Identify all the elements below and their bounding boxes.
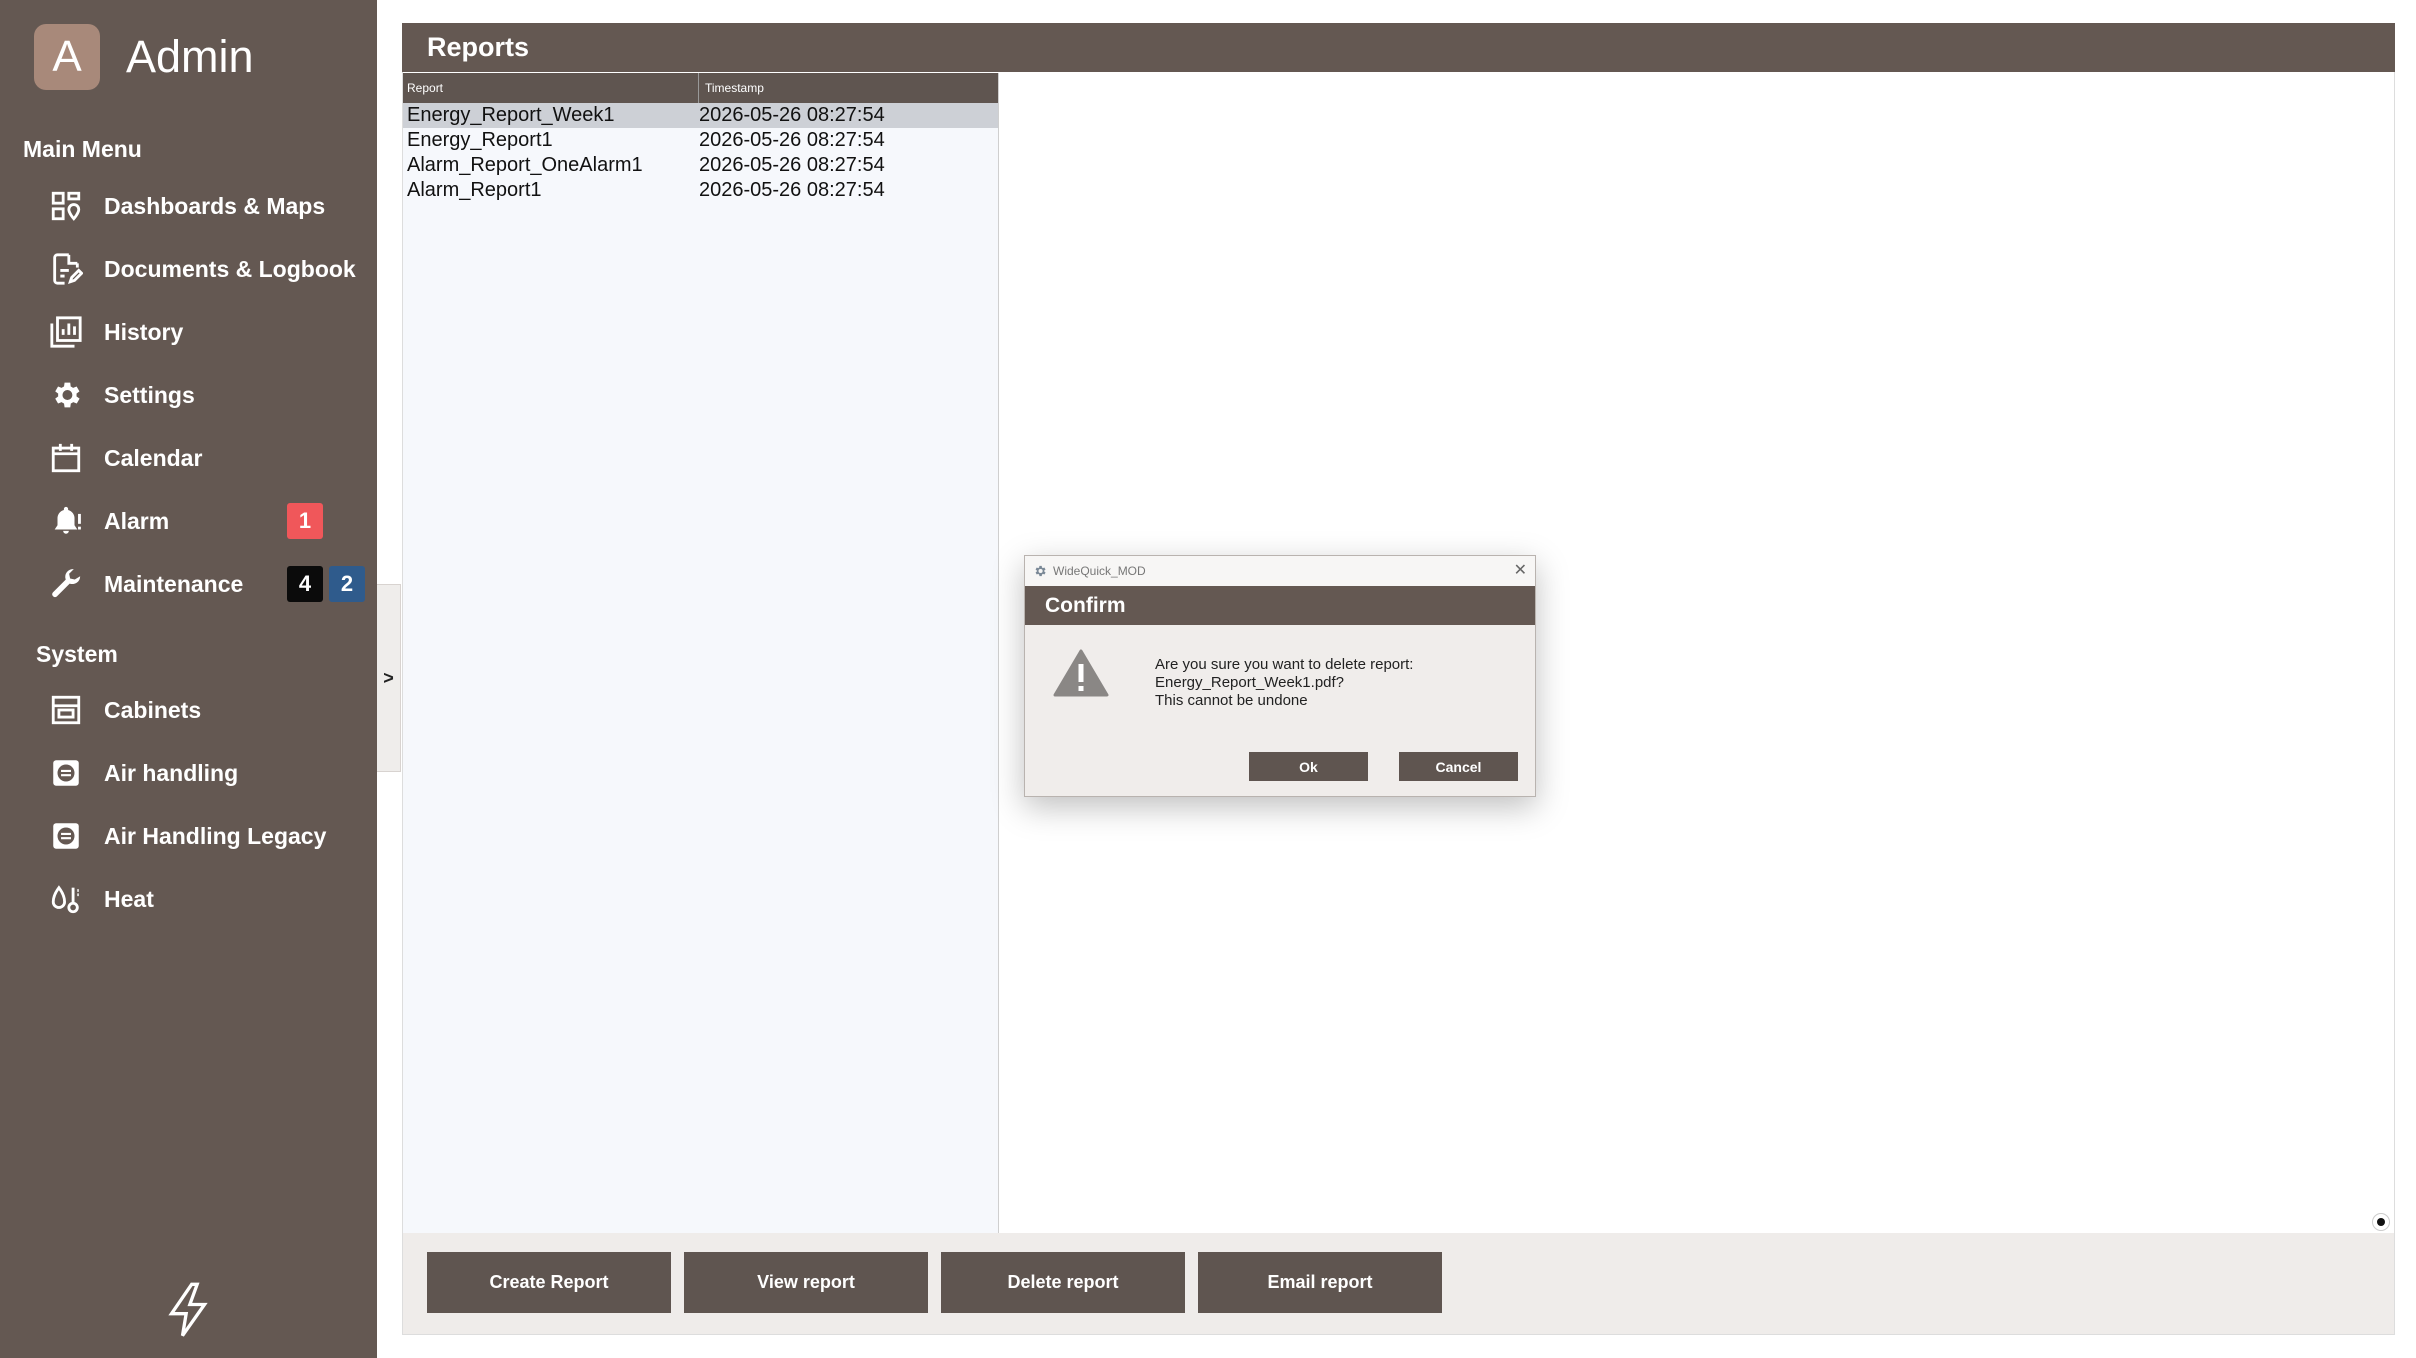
warning-icon	[1053, 649, 1109, 697]
sidebar-item-label: History	[104, 318, 184, 345]
lightning-logo-icon	[168, 1282, 208, 1337]
dialog-message-line: This cannot be undone	[1155, 692, 1308, 709]
table-row[interactable]: Alarm_Report_OneAlarm1 2026-05-26 08:27:…	[403, 153, 998, 178]
table-row[interactable]: Alarm_Report1 2026-05-26 08:27:54	[403, 178, 998, 203]
sidebar: A Admin Main Menu Dashboards & Maps Docu…	[0, 0, 377, 1358]
maintenance-count-badge: 4	[287, 566, 323, 602]
dialog-window-title: WideQuick_MOD	[1053, 564, 1146, 578]
sidebar-item-heat[interactable]: Heat	[48, 875, 368, 923]
report-toolbar: Create Report View report Delete report …	[403, 1233, 2394, 1334]
sidebar-item-settings[interactable]: Settings	[48, 371, 368, 419]
sidebar-item-air-handling[interactable]: Air handling	[48, 749, 368, 797]
dialog-message: Are you sure you want to delete report: …	[1155, 656, 1413, 710]
calendar-icon	[48, 440, 84, 476]
reports-table: Report Timestamp Energy_Report_Week1 202…	[403, 73, 999, 1233]
create-report-button[interactable]: Create Report	[427, 1252, 671, 1313]
scroll-handle[interactable]	[2372, 1213, 2390, 1231]
system-title: System	[36, 641, 118, 667]
history-chart-icon	[48, 314, 84, 350]
sidebar-item-label: Cabinets	[104, 696, 202, 723]
main-menu-title: Main Menu	[23, 136, 142, 162]
app-gear-icon	[1035, 565, 1046, 577]
dialog-message-line: Are you sure you want to delete report:	[1155, 656, 1414, 673]
cell-timestamp: 2026-05-26 08:27:54	[699, 179, 885, 201]
confirm-dialog: WideQuick_MOD ✕ Confirm Are you sure you…	[1024, 555, 1536, 797]
sidebar-item-label: Alarm	[104, 507, 170, 534]
sidebar-collapse-toggle[interactable]: >	[377, 584, 401, 772]
delete-report-button[interactable]: Delete report	[941, 1252, 1185, 1313]
cell-report: Alarm_Report_OneAlarm1	[407, 154, 643, 176]
sidebar-item-cabinets[interactable]: Cabinets	[48, 686, 368, 734]
cell-timestamp: 2026-05-26 08:27:54	[699, 154, 885, 176]
sidebar-item-label: Air handling	[104, 759, 239, 786]
cell-timestamp: 2026-05-26 08:27:54	[699, 104, 885, 126]
air-handling-icon	[48, 818, 84, 854]
email-report-button[interactable]: Email report	[1198, 1252, 1442, 1313]
maintenance-count-badge: 2	[329, 566, 365, 602]
dialog-message-line: Energy_Report_Week1.pdf?	[1155, 674, 1345, 691]
heat-icon	[48, 881, 84, 917]
cabinet-icon	[48, 692, 84, 728]
table-row[interactable]: Energy_Report1 2026-05-26 08:27:54	[403, 128, 998, 153]
table-row[interactable]: Energy_Report_Week1 2026-05-26 08:27:54	[403, 103, 998, 128]
sidebar-item-maintenance[interactable]: Maintenance 4 2	[48, 560, 368, 608]
column-header-report[interactable]: Report	[403, 73, 699, 103]
cell-report: Energy_Report1	[407, 129, 553, 151]
bell-alert-icon	[48, 503, 84, 539]
sidebar-item-label: Heat	[104, 885, 154, 912]
alarm-count-badge: 1	[287, 503, 323, 539]
sidebar-item-label: Calendar	[104, 444, 203, 471]
sidebar-item-calendar[interactable]: Calendar	[48, 434, 368, 482]
sidebar-item-label: Maintenance	[104, 570, 244, 597]
cell-report: Alarm_Report1	[407, 179, 542, 201]
close-icon[interactable]: ✕	[1514, 560, 1527, 580]
sidebar-item-documents[interactable]: Documents & Logbook	[48, 245, 368, 293]
view-report-button[interactable]: View report	[684, 1252, 928, 1313]
user-brand: A Admin	[34, 24, 254, 90]
cell-report: Energy_Report_Week1	[407, 104, 615, 126]
dialog-titlebar[interactable]: WideQuick_MOD ✕	[1025, 556, 1535, 586]
cell-timestamp: 2026-05-26 08:27:54	[699, 129, 885, 151]
sidebar-item-label: Settings	[104, 381, 195, 408]
user-name: Admin	[126, 31, 254, 82]
wrench-icon	[48, 566, 84, 602]
page-title: Reports	[402, 23, 2395, 72]
avatar[interactable]: A	[34, 24, 100, 90]
sidebar-item-alarm[interactable]: Alarm 1	[48, 497, 368, 545]
dialog-header: Confirm	[1025, 586, 1535, 625]
sidebar-item-label: Dashboards & Maps	[104, 192, 326, 219]
sidebar-item-label: Documents & Logbook	[104, 255, 356, 282]
document-edit-icon	[48, 251, 84, 287]
gear-icon	[48, 377, 84, 413]
sidebar-item-air-handling-legacy[interactable]: Air Handling Legacy	[48, 812, 368, 860]
sidebar-item-dashboards[interactable]: Dashboards & Maps	[48, 182, 368, 230]
sidebar-item-history[interactable]: History	[48, 308, 368, 356]
table-header: Report Timestamp	[403, 73, 998, 103]
dashboard-icon	[48, 188, 84, 224]
column-header-timestamp[interactable]: Timestamp	[699, 81, 764, 95]
cancel-button[interactable]: Cancel	[1399, 752, 1518, 781]
sidebar-item-label: Air Handling Legacy	[104, 822, 327, 849]
ok-button[interactable]: Ok	[1249, 752, 1368, 781]
air-handling-icon	[48, 755, 84, 791]
